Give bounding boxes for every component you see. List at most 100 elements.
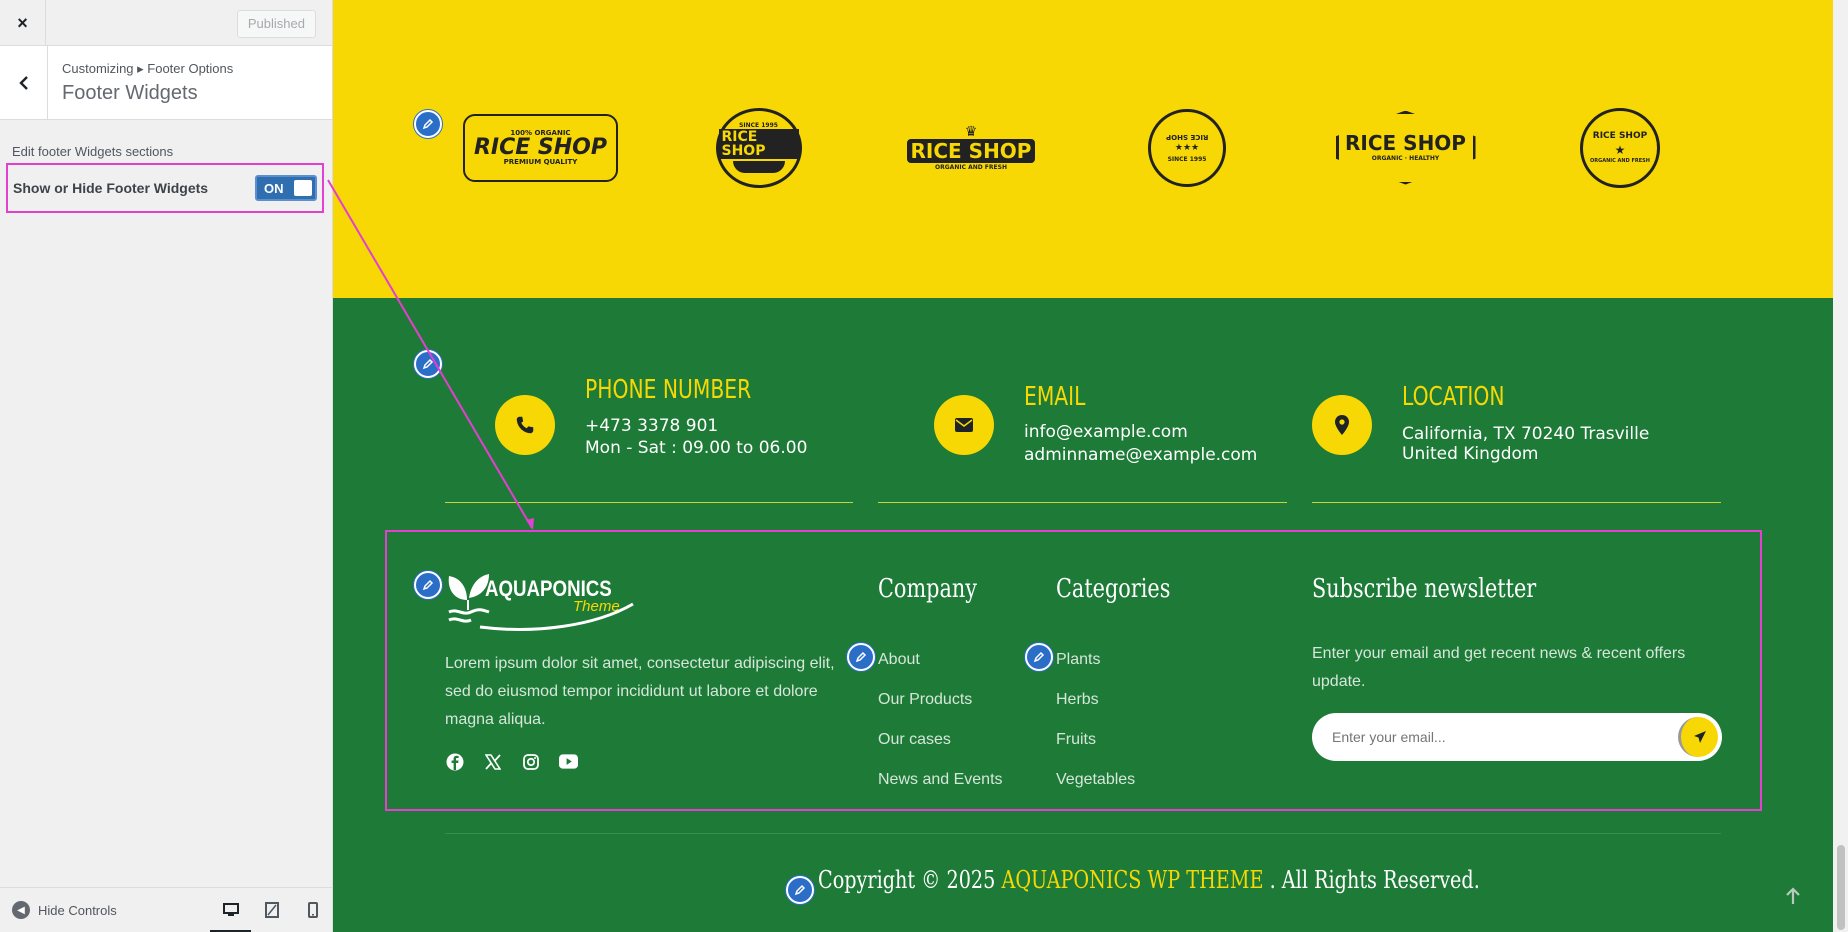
brand-logo: SINCE 1995 RICE SHOP <box>711 105 806 190</box>
breadcrumb: Customizing ▸ Footer Options <box>62 61 234 76</box>
arrow-up-icon <box>1786 887 1800 904</box>
aquaponics-logo[interactable]: AQUAPONICS Theme <box>445 568 645 632</box>
preview-scrollbar[interactable] <box>1833 0 1848 932</box>
brand-logo: RICE SHOP ★ ORGANIC AND FRESH <box>1579 105 1661 190</box>
back-button[interactable] <box>0 46 48 120</box>
tablet-icon <box>264 902 279 918</box>
logo-bottom-text: ORGANIC · HEALTHY <box>1371 155 1440 162</box>
scroll-thumb[interactable] <box>1837 845 1845 930</box>
logo-main-text: ★ <box>1614 142 1626 157</box>
company-heading: Company <box>878 574 978 604</box>
toggle-knob <box>294 180 312 196</box>
brand-logo: RICE SHOP ★★★ SINCE 1995 <box>1147 105 1227 190</box>
email-title: EMAIL <box>1024 382 1086 412</box>
brand-logo: 100% ORGANIC RICE SHOP PREMIUM QUALITY <box>458 105 623 190</box>
tablet-preview-button[interactable] <box>251 888 292 932</box>
logo-bottom-text: ORGANIC AND FRESH <box>1590 157 1650 164</box>
logo-shape <box>732 160 785 173</box>
newsletter-email-input[interactable] <box>1332 713 1662 761</box>
logo-main-text: RICE SHOP <box>1345 131 1466 155</box>
edit-shortcut-icon[interactable] <box>414 110 442 138</box>
footer-widgets-toggle[interactable]: ON <box>255 175 317 201</box>
newsletter-submit-button[interactable] <box>1678 717 1718 757</box>
location-address-1: California, TX 70240 Trasville <box>1402 424 1650 444</box>
social-links <box>445 752 578 771</box>
edit-shortcut-icon[interactable] <box>1025 643 1053 671</box>
location-address-2: United Kingdom <box>1402 444 1539 464</box>
section-description: Edit footer Widgets sections <box>12 144 174 159</box>
category-link-plants[interactable]: Plants <box>1056 651 1100 669</box>
hide-controls-label: Hide Controls <box>38 902 117 918</box>
location-pin-icon <box>1312 395 1372 455</box>
device-preview-switcher <box>210 888 333 932</box>
email-address-2[interactable]: adminname@example.com <box>1024 445 1257 465</box>
category-link-vegetables[interactable]: Vegetables <box>1056 771 1135 789</box>
edit-shortcut-icon[interactable] <box>414 571 442 599</box>
copyright-text: Copyright © 2025 AQUAPONICS WP THEME . A… <box>818 866 1480 894</box>
newsletter-form <box>1312 713 1722 761</box>
close-icon: × <box>17 12 28 33</box>
edit-shortcut-icon[interactable] <box>414 350 442 378</box>
phone-number: +473 3378 901 <box>585 416 719 436</box>
divider <box>1312 502 1721 503</box>
divider <box>445 502 853 503</box>
company-link-cases[interactable]: Our cases <box>878 731 951 749</box>
instagram-icon[interactable] <box>521 752 540 771</box>
logo-top-text: RICE SHOP <box>1165 132 1209 141</box>
toggle-label: Show or Hide Footer Widgets <box>13 180 209 196</box>
divider <box>878 502 1287 503</box>
brand-logo: ♛ RICE SHOP ORGANIC AND FRESH <box>896 105 1046 190</box>
published-button[interactable]: Published <box>236 10 316 38</box>
categories-heading: Categories <box>1056 574 1171 604</box>
section-header: Customizing ▸ Footer Options Footer Widg… <box>0 46 332 120</box>
section-title: Footer Widgets <box>62 82 198 104</box>
logo-bottom-text: SINCE 1995 <box>1167 155 1207 163</box>
edit-shortcut-icon[interactable] <box>847 643 875 671</box>
email-address-1[interactable]: info@example.com <box>1024 422 1188 442</box>
youtube-icon[interactable] <box>559 752 578 771</box>
category-link-herbs[interactable]: Herbs <box>1056 691 1099 709</box>
company-link-products[interactable]: Our Products <box>878 691 972 709</box>
desktop-icon <box>222 903 239 916</box>
newsletter-heading: Subscribe newsletter <box>1312 574 1537 604</box>
copyright-prefix: Copyright © 2025 <box>818 866 1002 894</box>
envelope-icon <box>934 395 994 455</box>
chevron-left-icon <box>18 76 28 90</box>
close-customizer-button[interactable]: × <box>0 0 46 46</box>
footer-widgets-toggle-row: Show or Hide Footer Widgets ON <box>6 163 324 213</box>
back-to-top-button[interactable] <box>1781 884 1805 908</box>
hide-controls-button[interactable]: ◀ Hide Controls <box>12 901 117 919</box>
location-title: LOCATION <box>1402 382 1505 412</box>
logo-swoosh <box>479 602 634 631</box>
footer-about-text: Lorem ipsum dolor sit amet, consectetur … <box>445 655 835 728</box>
copyright-divider <box>445 833 1721 834</box>
logo-top-text: RICE SHOP <box>1592 130 1648 141</box>
logo-main-text: RICE SHOP <box>906 138 1036 163</box>
mobile-icon <box>307 902 318 918</box>
logo-main-text: RICE SHOP <box>718 128 799 159</box>
crown-icon: ♛ <box>964 123 978 140</box>
facebook-icon[interactable] <box>445 752 464 771</box>
toggle-state: ON <box>264 180 284 196</box>
logo-bottom-text: ORGANIC AND FRESH <box>935 163 1007 171</box>
phone-title: PHONE NUMBER <box>585 375 752 405</box>
phone-icon <box>495 395 555 455</box>
copyright-theme-link[interactable]: AQUAPONICS WP THEME <box>1001 866 1263 894</box>
edit-shortcut-icon[interactable] <box>786 876 814 904</box>
customizer-footer: ◀ Hide Controls <box>0 887 333 932</box>
collapse-icon: ◀ <box>12 901 30 919</box>
paper-plane-icon <box>1693 731 1706 743</box>
brand-logo: RICE SHOP ORGANIC · HEALTHY <box>1333 105 1478 190</box>
company-link-about[interactable]: About <box>878 651 920 669</box>
customizer-sidebar: × Published Customizing ▸ Footer Options… <box>0 0 333 932</box>
logo-bottom-text: PREMIUM QUALITY <box>503 157 578 166</box>
company-link-news[interactable]: News and Events <box>878 771 1003 789</box>
brand-logos-section: 100% ORGANIC RICE SHOP PREMIUM QUALITY S… <box>333 0 1833 298</box>
logo-main-text: ★★★ <box>1174 142 1200 153</box>
category-link-fruits[interactable]: Fruits <box>1056 731 1096 749</box>
x-twitter-icon[interactable] <box>483 752 502 771</box>
newsletter-text: Enter your email and get recent news & r… <box>1312 645 1686 690</box>
desktop-preview-button[interactable] <box>210 888 251 932</box>
mobile-preview-button[interactable] <box>292 888 333 932</box>
logo-main-text: RICE SHOP <box>473 134 608 160</box>
